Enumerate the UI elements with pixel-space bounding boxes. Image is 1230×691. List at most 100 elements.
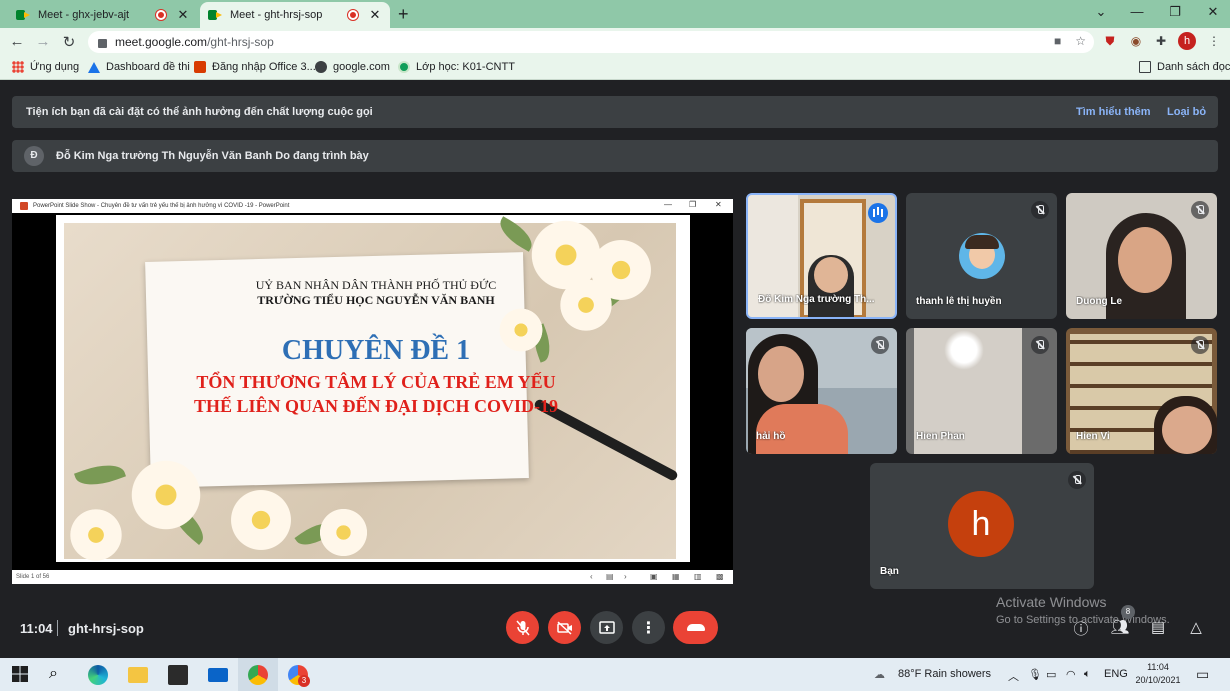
more-vert-icon: ⋮: [640, 619, 657, 637]
weather-icon[interactable]: ☁: [874, 668, 885, 681]
participant-tile[interactable]: hải hồ: [746, 328, 897, 454]
participant-name: Hien Vi: [1076, 431, 1110, 442]
chrome-profile-icon[interactable]: 3: [288, 665, 310, 687]
camera-off-icon: [556, 620, 572, 635]
participant-tile[interactable]: Hien Phan: [906, 328, 1057, 454]
drive-triangle-icon: [88, 61, 100, 73]
notifications-icon[interactable]: ▭: [1196, 666, 1209, 683]
edge-icon[interactable]: [88, 665, 108, 685]
extension-shield-icon[interactable]: ⛊: [1102, 34, 1118, 50]
bookmark-dashboard[interactable]: Dashboard đề thi: [88, 61, 190, 73]
extensions-puzzle-icon[interactable]: ✚: [1153, 34, 1169, 50]
video-face: [758, 346, 804, 402]
tab-close-icon[interactable]: ✕: [368, 7, 382, 23]
minimize-button[interactable]: —: [1122, 4, 1152, 19]
extension-owl-icon[interactable]: ◉: [1128, 34, 1144, 50]
self-tile[interactable]: h Bạn: [870, 463, 1094, 589]
meet-favicon-icon: [16, 9, 30, 21]
tray-wifi-icon[interactable]: ◠: [1066, 668, 1076, 681]
store-icon[interactable]: [168, 665, 188, 685]
pp-close-icon: ✕: [715, 200, 722, 209]
reading-list[interactable]: Danh sách đọc: [1139, 61, 1230, 73]
more-options-button[interactable]: ⋮: [632, 611, 665, 644]
lock-icon: [98, 38, 107, 48]
browser-tab-2[interactable]: Meet - ght-hrsj-sop ✕: [200, 2, 390, 28]
activities-icon[interactable]: △: [1186, 618, 1206, 638]
file-explorer-icon[interactable]: [128, 667, 148, 683]
mic-muted-icon: [1068, 471, 1086, 489]
back-arrow-icon[interactable]: ←: [8, 33, 26, 50]
bookmark-label: Dashboard đề thi: [106, 61, 190, 73]
people-count-badge: 8: [1121, 605, 1135, 619]
tray-battery-icon[interactable]: ▭: [1046, 668, 1056, 681]
reload-icon[interactable]: ↻: [60, 33, 78, 51]
mic-muted-icon: [1191, 336, 1209, 354]
mic-muted-icon: [871, 336, 889, 354]
camera-in-use-icon[interactable]: ■: [1054, 34, 1061, 48]
powerpoint-titlebar: PowerPoint Slide Show - Chuyên đề tư vấn…: [12, 199, 733, 213]
browser-menu-icon[interactable]: ⋮: [1206, 34, 1222, 50]
flower-decoration: [66, 505, 126, 562]
profile-avatar[interactable]: h: [1178, 32, 1196, 50]
pp-minimize-icon: —: [664, 200, 672, 209]
bookmarks-bar: Ứng dụng Dashboard đề thi Đăng nhập Offi…: [0, 56, 1230, 80]
bookmark-google[interactable]: google.com: [315, 61, 390, 73]
slide-line-2: TRƯỜNG TIỂU HỌC NGUYỄN VĂN BANH: [257, 293, 495, 307]
flower-decoration: [316, 505, 371, 560]
tab-search-chevron-icon[interactable]: ⌄: [1086, 4, 1116, 20]
bookmark-label: Lớp học: K01-CNTT: [416, 61, 515, 73]
tab-title: Meet - ght-hrsj-sop: [230, 9, 323, 21]
weather-text[interactable]: 88°F Rain showers: [898, 668, 991, 680]
flower-decoration: [226, 485, 296, 555]
meet-control-bar: 11:04 ght-hrsj-sop ⋮ Activate Windows Go…: [0, 594, 1230, 658]
chrome-badge: 3: [298, 675, 310, 687]
tray-volume-icon[interactable]: 🔈︎: [1084, 668, 1091, 681]
participant-name: Đỗ Kim Nga trường Th...: [758, 294, 875, 305]
participant-tile[interactable]: Duong Le: [1066, 193, 1217, 319]
new-tab-button[interactable]: +: [398, 4, 409, 25]
windows-taskbar: ⌕ 3 ☁ 88°F Rain showers ︿ 🎙︎ ▭ ◠ 🔈︎ ENG …: [0, 658, 1230, 691]
forward-arrow-icon[interactable]: →: [34, 33, 52, 50]
presentation-stage[interactable]: PowerPoint Slide Show - Chuyên đề tư vấn…: [12, 199, 733, 584]
mic-toggle-button[interactable]: [506, 611, 539, 644]
bookmark-apps[interactable]: Ứng dụng: [12, 61, 79, 73]
tray-mic-icon[interactable]: 🎙︎: [1028, 668, 1042, 681]
video-face: [814, 257, 848, 293]
bookmark-classroom[interactable]: Lớp học: K01-CNTT: [398, 61, 515, 73]
video-face: [1162, 406, 1212, 454]
search-icon[interactable]: ⌕: [49, 665, 69, 685]
bookmark-label: Ứng dụng: [30, 61, 80, 73]
slide: UỶ BAN NHÂN DÂN THÀNH PHỐ THỦ ĐỨC TRƯỜNG…: [56, 215, 690, 562]
windows-start-icon[interactable]: [11, 665, 31, 685]
end-call-button[interactable]: [673, 611, 718, 644]
tab-close-icon[interactable]: ✕: [176, 7, 190, 23]
learn-more-link[interactable]: Tìm hiểu thêm: [1076, 106, 1151, 118]
chat-icon[interactable]: ▤: [1148, 618, 1168, 638]
people-icon[interactable]: 👥︎: [1110, 618, 1130, 638]
dismiss-link[interactable]: Loại bỏ: [1167, 106, 1206, 118]
present-screen-button[interactable]: [590, 611, 623, 644]
browser-tab-1[interactable]: Meet - ghx-jebv-ajt ✕: [8, 2, 198, 28]
participant-tile[interactable]: Hien Vi: [1066, 328, 1217, 454]
mic-muted-icon: [1031, 201, 1049, 219]
reading-list-label: Danh sách đọc: [1157, 61, 1230, 73]
close-window-button[interactable]: ✕: [1198, 4, 1228, 20]
slide-subtitle-2: THẾ LIÊN QUAN ĐẾN ĐẠI DỊCH COVID-19: [193, 396, 559, 416]
tray-chevron-icon[interactable]: ︿: [1008, 668, 1019, 684]
bookmark-star-icon[interactable]: ☆: [1075, 34, 1086, 48]
meeting-info-icon[interactable]: ⓘ: [1071, 618, 1091, 638]
slideshow-view-icon: ▩: [716, 572, 724, 581]
input-language[interactable]: ENG: [1104, 668, 1128, 680]
slide-heading: CHUYÊN ĐỀ 1: [281, 335, 471, 366]
participant-name: Duong Le: [1076, 296, 1123, 307]
address-bar[interactable]: meet.google.com/ght-hrsj-sop ■ ☆: [88, 31, 1094, 53]
participant-tile[interactable]: thanh lê thị huyền: [906, 193, 1057, 319]
mic-muted-icon: [1031, 336, 1049, 354]
taskbar-clock[interactable]: 11:04 20/10/2021: [1130, 661, 1186, 687]
maximize-button[interactable]: ❐: [1160, 4, 1190, 20]
participant-tile[interactable]: Đỗ Kim Nga trường Th...: [746, 193, 897, 319]
mail-icon[interactable]: [208, 668, 228, 682]
camera-toggle-button[interactable]: [548, 611, 581, 644]
bookmark-office[interactable]: Đăng nhập Office 3...: [194, 61, 316, 73]
chrome-icon[interactable]: [248, 665, 268, 685]
